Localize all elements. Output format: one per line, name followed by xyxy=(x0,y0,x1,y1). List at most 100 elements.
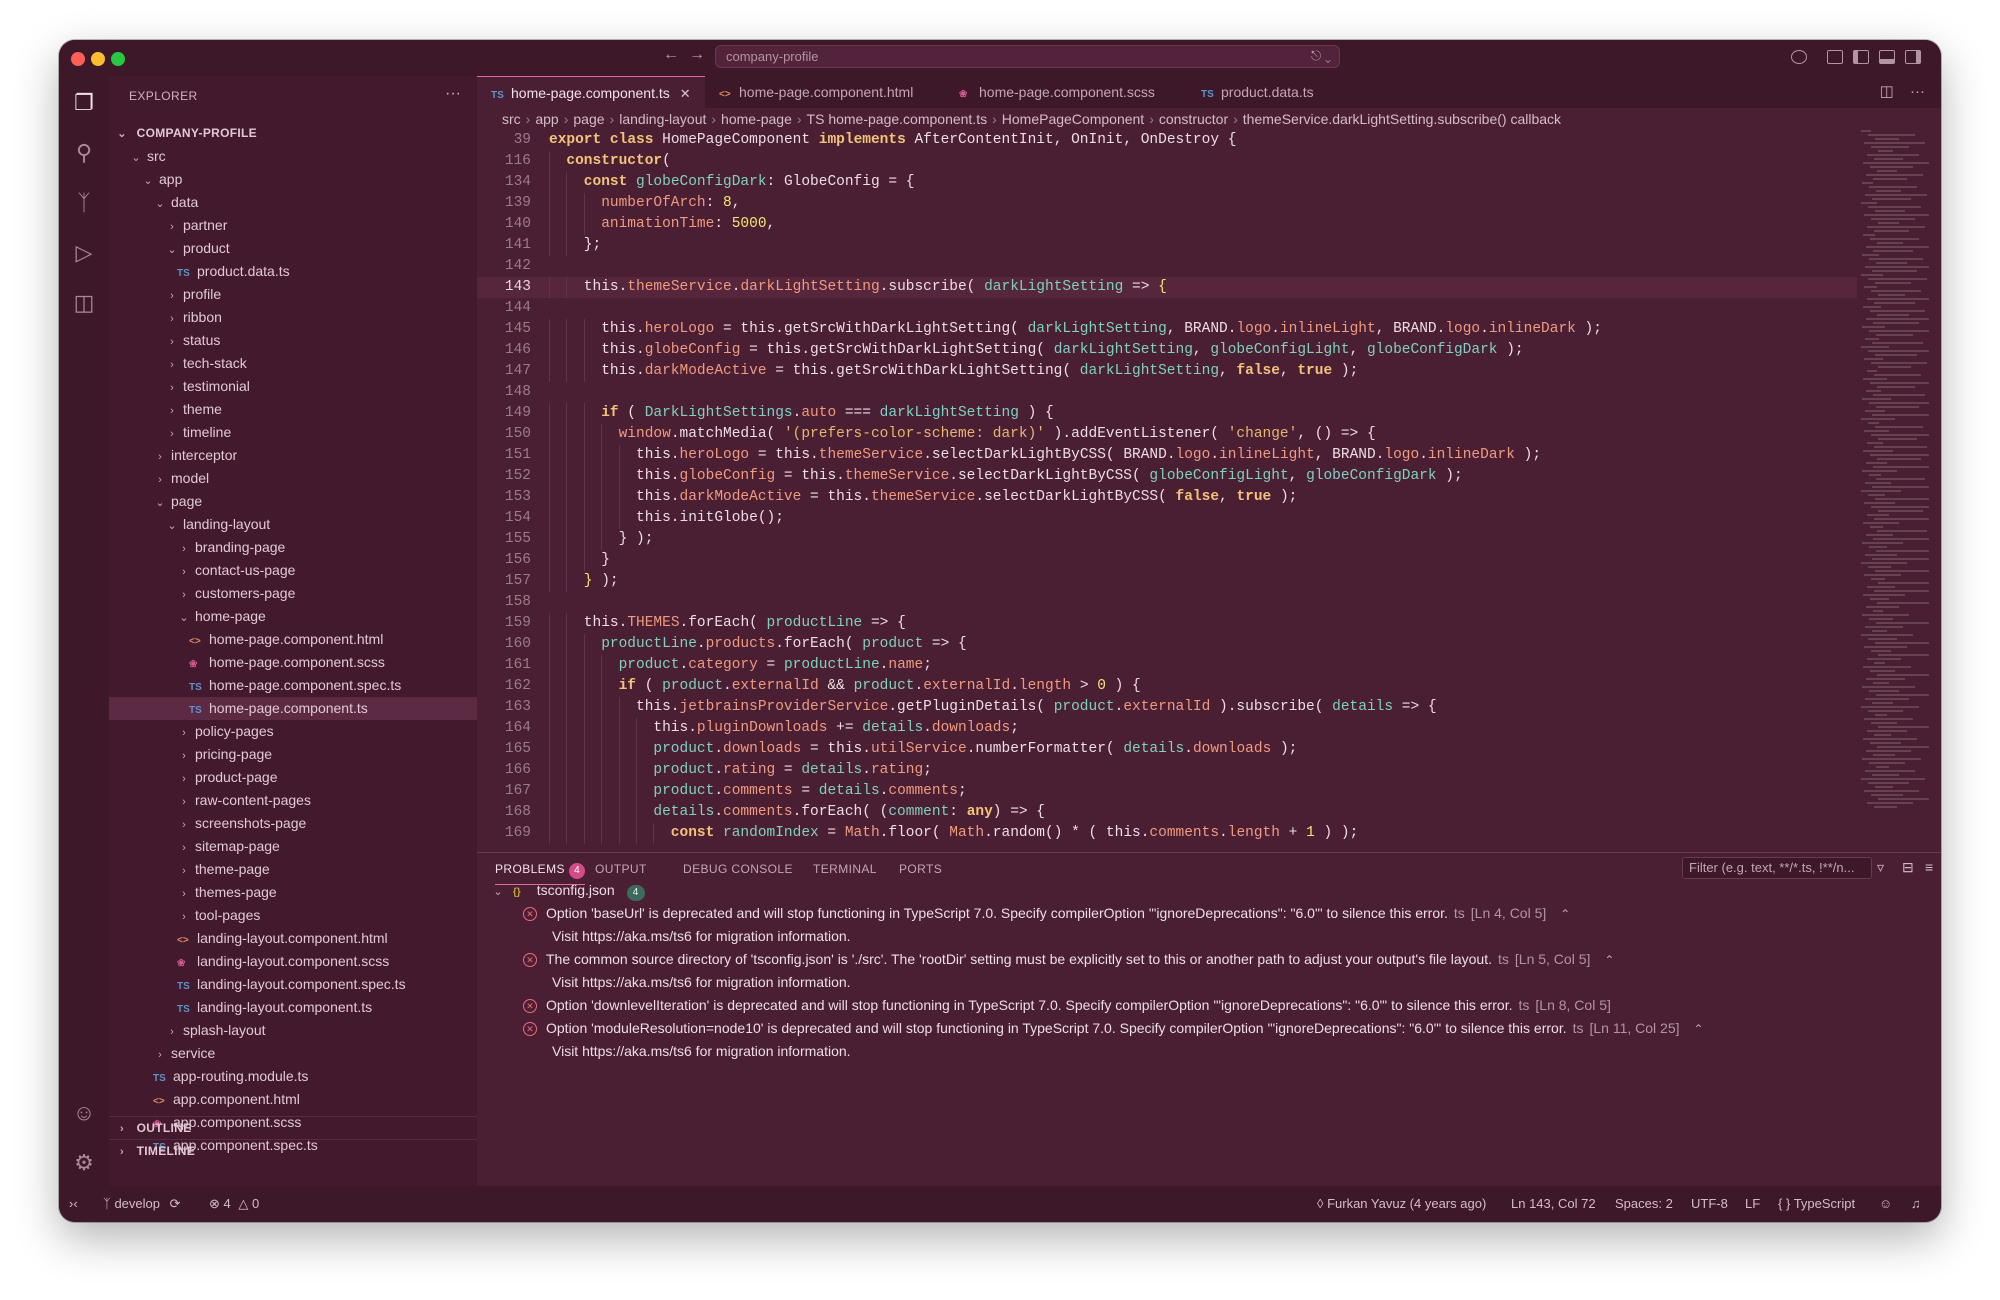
problem-item[interactable]: ✕ Option 'downlevelIteration' is deprecat… xyxy=(523,994,1611,1016)
folder-item[interactable]: ⌄ data xyxy=(109,191,477,214)
minimize-window-button[interactable] xyxy=(91,52,105,66)
folder-item[interactable]: ⌄ app xyxy=(109,168,477,191)
language-status[interactable]: { } TypeScript xyxy=(1778,1196,1855,1211)
folder-item[interactable]: › tech-stack xyxy=(109,352,477,375)
editor-tab[interactable]: TS product.data.ts xyxy=(1187,76,1337,108)
code-line[interactable]: 143 this.themeService.darkLightSetting.su… xyxy=(477,277,1857,298)
breadcrumb-item[interactable]: home-page xyxy=(721,111,792,127)
copilot-status-icon[interactable]: ☺ xyxy=(1879,1196,1892,1211)
panel-tab-output[interactable]: OUTPUT xyxy=(595,862,647,876)
breadcrumb-item[interactable]: TS home-page.component.ts xyxy=(807,111,988,127)
close-window-button[interactable] xyxy=(71,52,85,66)
code-line[interactable]: 39 export class HomePageComponent impleme… xyxy=(477,130,1857,151)
back-arrow-icon[interactable]: ← xyxy=(663,46,679,64)
code-line[interactable]: 147 this.darkModeActive = this.getSrcWith… xyxy=(477,361,1857,382)
command-center[interactable]: company-profile ⎋ ⌄ xyxy=(715,45,1340,68)
editor-tab[interactable]: TS home-page.component.ts ✕ xyxy=(477,76,705,108)
encoding-status[interactable]: UTF-8 xyxy=(1691,1196,1728,1211)
settings-gear-icon[interactable]: ⚙ xyxy=(72,1150,96,1176)
file-item[interactable]: <> home-page.component.html xyxy=(109,628,477,651)
folder-item[interactable]: ⌄ home-page xyxy=(109,605,477,628)
code-line[interactable]: 139 numberOfArch: 8, xyxy=(477,193,1857,214)
breadcrumb-item[interactable]: themeService.darkLightSetting.subscribe(… xyxy=(1243,111,1561,127)
timeline-section[interactable]: › TIMELINE xyxy=(109,1139,477,1163)
maximize-window-button[interactable] xyxy=(111,52,125,66)
code-line[interactable]: 159 this.THEMES.forEach( productLine => { xyxy=(477,613,1857,634)
code-line[interactable]: 150 window.matchMedia( '(prefers-color-sc… xyxy=(477,424,1857,445)
customize-layout-icon[interactable] xyxy=(1827,50,1843,64)
toggle-panel-icon[interactable] xyxy=(1879,50,1895,64)
folder-item[interactable]: ⌄ landing-layout xyxy=(109,513,477,536)
file-item[interactable]: TS app-routing.module.ts xyxy=(109,1065,477,1088)
file-item[interactable]: TS landing-layout.component.spec.ts xyxy=(109,973,477,996)
folder-item[interactable]: › timeline xyxy=(109,421,477,444)
file-item[interactable]: ❀ landing-layout.component.scss xyxy=(109,950,477,973)
chevron-up-icon[interactable]: ⌃ xyxy=(1694,1022,1704,1036)
eol-status[interactable]: LF xyxy=(1745,1196,1760,1211)
folder-item[interactable]: ⌄ page xyxy=(109,490,477,513)
folder-item[interactable]: › tool-pages xyxy=(109,904,477,927)
code-line[interactable]: 154 this.initGlobe(); xyxy=(477,508,1857,529)
code-line[interactable]: 158 xyxy=(477,592,1857,613)
code-line[interactable]: 155} ); xyxy=(477,529,1857,550)
folder-item[interactable]: › sitemap-page xyxy=(109,835,477,858)
search-icon[interactable]: ⚲ xyxy=(72,140,96,166)
view-as-list-icon[interactable]: ≡ xyxy=(1925,859,1933,875)
folder-item[interactable]: ⌄ product xyxy=(109,237,477,260)
code-line[interactable]: 162 if ( product.externalId && product.ex… xyxy=(477,676,1857,697)
folder-item[interactable]: › testimonial xyxy=(109,375,477,398)
folder-item[interactable]: › raw-content-pages xyxy=(109,789,477,812)
chevron-up-icon[interactable]: ⌃ xyxy=(1604,953,1614,967)
folder-item[interactable]: › service xyxy=(109,1042,477,1065)
file-item[interactable]: TS home-page.component.spec.ts xyxy=(109,674,477,697)
code-line[interactable]: 144 xyxy=(477,298,1857,319)
folder-item[interactable]: › profile xyxy=(109,283,477,306)
code-line[interactable]: 167 product.comments = details.comments; xyxy=(477,781,1857,802)
folder-item[interactable]: › product-page xyxy=(109,766,477,789)
folder-item[interactable]: › theme xyxy=(109,398,477,421)
code-line[interactable]: 168 details.comments.forEach( (comment: a… xyxy=(477,802,1857,823)
code-line[interactable]: 153 this.darkModeActive = this.themeServi… xyxy=(477,487,1857,508)
forward-arrow-icon[interactable]: → xyxy=(689,46,705,64)
problem-item[interactable]: ✕ The common source directory of 'tsconfi… xyxy=(523,948,1614,971)
folder-item[interactable]: › ribbon xyxy=(109,306,477,329)
folder-item[interactable]: › status xyxy=(109,329,477,352)
remote-icon[interactable]: ›‹ xyxy=(69,1196,78,1211)
code-line[interactable]: 160 productLine.products.forEach( product… xyxy=(477,634,1857,655)
code-line[interactable]: 157} ); xyxy=(477,571,1857,592)
editor-scrollbar[interactable] xyxy=(1929,130,1941,852)
run-debug-icon[interactable]: ▷ xyxy=(72,240,96,266)
problem-item[interactable]: ✕ Option 'baseUrl' is deprecated and will… xyxy=(523,902,1570,925)
file-item[interactable]: <> app.component.html xyxy=(109,1088,477,1111)
problem-item[interactable]: ✕ Option 'moduleResolution=node10' is dep… xyxy=(523,1017,1704,1040)
notifications-icon[interactable]: ♫ xyxy=(1911,1196,1921,1211)
code-line[interactable]: 165 product.downloads = this.utilService.… xyxy=(477,739,1857,760)
file-item[interactable]: <> landing-layout.component.html xyxy=(109,927,477,950)
toggle-secondary-sidebar-icon[interactable] xyxy=(1905,50,1921,64)
code-line[interactable]: 140 animationTime: 5000, xyxy=(477,214,1857,235)
breadcrumb-item[interactable]: app xyxy=(535,111,558,127)
file-item[interactable]: TS product.data.ts xyxy=(109,260,477,283)
cursor-position[interactable]: Ln 143, Col 72 xyxy=(1511,1196,1596,1211)
code-line[interactable]: 146 this.globeConfig = this.getSrcWithDar… xyxy=(477,340,1857,361)
folder-item[interactable]: › pricing-page xyxy=(109,743,477,766)
filter-icon[interactable]: ▿ xyxy=(1877,859,1884,876)
breadcrumb-item[interactable]: src xyxy=(502,111,521,127)
breadcrumb-item[interactable]: constructor xyxy=(1159,111,1228,127)
code-line[interactable]: 163 this.jetbrainsProviderService.getPlug… xyxy=(477,697,1857,718)
folder-item[interactable]: › theme-page xyxy=(109,858,477,881)
folder-item[interactable]: › screenshots-page xyxy=(109,812,477,835)
problem-file-row[interactable]: ⌄ {} tsconfig.json 4 xyxy=(491,879,645,904)
problems-filter-input[interactable]: Filter (e.g. text, **/*.ts, !**/n... xyxy=(1682,857,1872,879)
folder-item[interactable]: › interceptor xyxy=(109,444,477,467)
code-line[interactable]: 164 this.pluginDownloads += details.downl… xyxy=(477,718,1857,739)
breadcrumb-item[interactable]: page xyxy=(573,111,604,127)
accounts-icon[interactable] xyxy=(1791,50,1807,64)
code-line[interactable]: 116 constructor( xyxy=(477,151,1857,172)
breadcrumb-item[interactable]: HomePageComponent xyxy=(1002,111,1144,127)
folder-item[interactable]: › contact-us-page xyxy=(109,559,477,582)
chevron-up-icon[interactable]: ⌃ xyxy=(1560,907,1570,921)
folder-item[interactable]: › splash-layout xyxy=(109,1019,477,1042)
folder-item[interactable]: › model xyxy=(109,467,477,490)
panel-tab-debug-console[interactable]: DEBUG CONSOLE xyxy=(683,862,793,876)
